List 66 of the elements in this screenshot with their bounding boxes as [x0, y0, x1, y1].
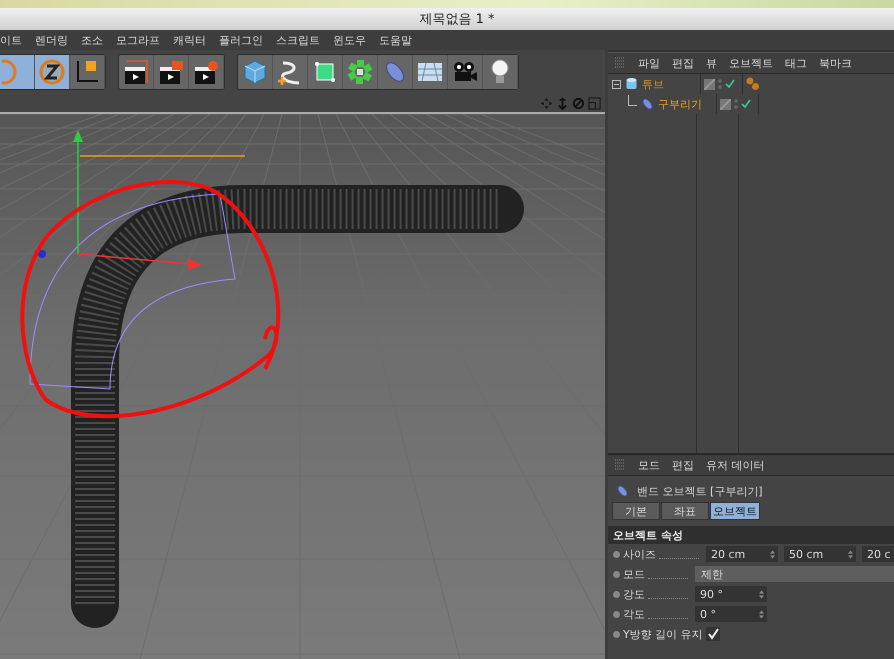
grip-icon[interactable]	[614, 57, 626, 69]
cylinder-icon	[625, 77, 638, 91]
menu-item[interactable]: 편집	[672, 56, 694, 70]
object-title: 밴드 오브젝트 [구부리기]	[637, 484, 763, 498]
checkbox[interactable]	[706, 627, 720, 641]
menu-item[interactable]: 이트	[0, 32, 22, 48]
number-field[interactable]: 20 c	[862, 546, 894, 562]
visibility-dots-icon[interactable]	[718, 78, 722, 90]
spinner-icon[interactable]	[759, 590, 764, 598]
spinner-icon[interactable]	[770, 550, 775, 558]
menu-item[interactable]: 플러그인	[219, 32, 263, 48]
object-name[interactable]: 구부리기	[658, 96, 702, 112]
bend-deformer-icon	[616, 484, 629, 498]
property-label: 사이즈	[623, 546, 656, 562]
menu-item[interactable]: 스크립트	[276, 32, 320, 48]
menu-item[interactable]: 윈도우	[333, 32, 366, 48]
number-field[interactable]: 20 cm	[706, 546, 778, 562]
property-label: 강도	[623, 586, 645, 602]
bend-deformer-icon	[641, 97, 654, 111]
menu-item[interactable]: 캐릭터	[173, 32, 206, 48]
number-field[interactable]: 50 cm	[784, 546, 856, 562]
rotate-axis-icon[interactable]	[0, 55, 35, 89]
dropdown[interactable]: 제한	[695, 566, 894, 582]
enable-toggle[interactable]	[725, 79, 735, 89]
grip-icon[interactable]	[614, 459, 626, 471]
tab[interactable]: 오브젝트	[710, 502, 760, 520]
menu-item[interactable]: 렌더링	[35, 32, 68, 48]
animation-dot-icon[interactable]	[613, 630, 620, 638]
property-label: Y방향 길이 유지	[623, 626, 703, 642]
maximize-icon[interactable]	[588, 96, 601, 110]
property-label: 모드	[623, 566, 645, 582]
animation-dot-icon[interactable]	[613, 550, 620, 558]
visibility-dots-icon[interactable]	[734, 98, 738, 110]
menu-item[interactable]: 조소	[81, 32, 103, 48]
number-field[interactable]: 0 °	[695, 606, 767, 622]
layer-icon[interactable]	[704, 78, 715, 90]
expand-toggle[interactable]	[612, 80, 621, 88]
menu-item[interactable]: 모드	[638, 458, 660, 472]
menu-item[interactable]: 태그	[785, 56, 807, 70]
menu-item[interactable]: 뷰	[706, 56, 717, 70]
material-tag-icon[interactable]	[746, 77, 760, 91]
spinner-icon[interactable]	[848, 550, 853, 558]
menu-item[interactable]: 오브젝트	[729, 56, 773, 70]
menu-item[interactable]: 편집	[672, 458, 694, 472]
menu-item[interactable]: 유저 데이터	[706, 458, 764, 472]
animation-dot-icon[interactable]	[613, 590, 620, 598]
enable-toggle[interactable]	[741, 99, 751, 109]
menu-item[interactable]: 모그라프	[116, 32, 160, 48]
object-name[interactable]: 튜브	[642, 76, 664, 92]
spinner-icon[interactable]	[759, 610, 764, 618]
menu-item[interactable]: 도움말	[379, 32, 412, 48]
animation-dot-icon[interactable]	[613, 570, 620, 578]
move-icon[interactable]	[540, 96, 553, 110]
zoom-arrows-icon[interactable]	[556, 96, 569, 110]
animation-dot-icon[interactable]	[613, 610, 620, 618]
menu-item[interactable]: 파일	[638, 56, 660, 70]
tab[interactable]: 기본	[612, 502, 660, 520]
layer-icon[interactable]	[720, 98, 731, 110]
section-header: 오브젝트 속성	[608, 526, 894, 544]
property-label: 각도	[623, 606, 645, 622]
window-title: 제목없음 1 *	[419, 11, 495, 28]
menu-item[interactable]: 북마크	[819, 56, 852, 70]
z-axis-icon[interactable]	[35, 55, 70, 89]
number-field[interactable]: 90 °	[695, 586, 767, 602]
tab[interactable]: 좌표	[661, 502, 709, 520]
tree-branch-line	[628, 94, 637, 106]
